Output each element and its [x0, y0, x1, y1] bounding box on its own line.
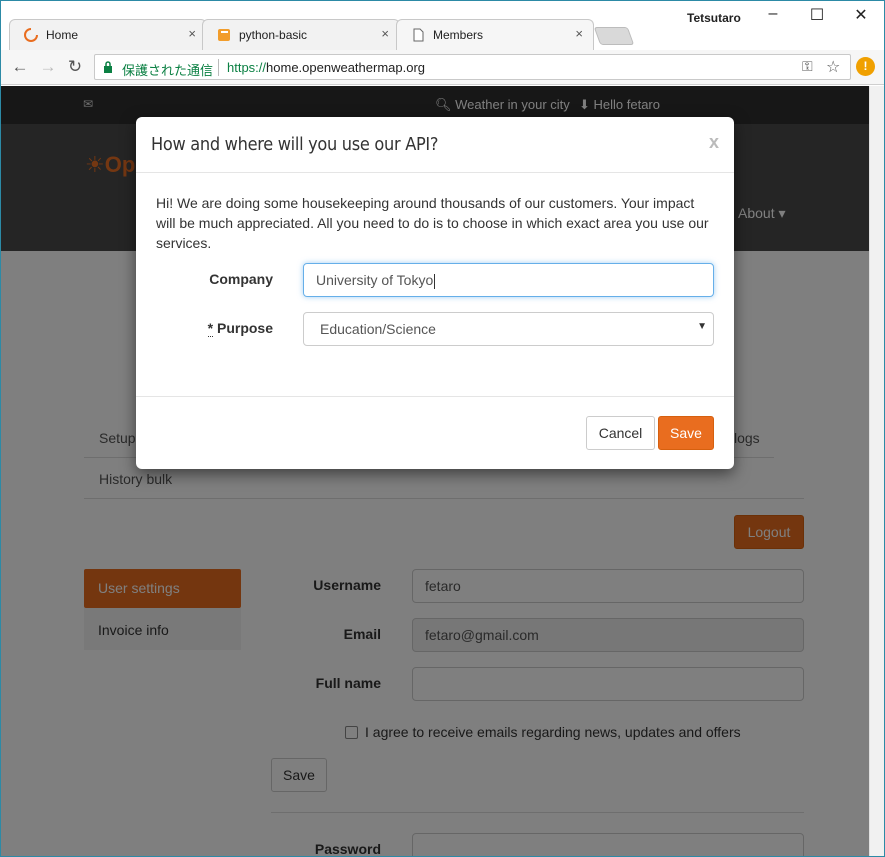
lock-icon: [104, 61, 112, 73]
profile-name[interactable]: Tetsutaro: [687, 11, 741, 25]
tab-title: python-basic: [239, 28, 308, 42]
required-marker: *: [207, 320, 214, 337]
tab-home[interactable]: Home ×: [9, 19, 207, 50]
company-label: Company: [209, 271, 273, 287]
close-tab-icon[interactable]: ×: [188, 26, 196, 41]
back-arrow-icon[interactable]: ←: [9, 56, 31, 78]
forward-arrow-icon[interactable]: →: [37, 56, 59, 78]
close-tab-icon[interactable]: ×: [575, 26, 583, 41]
browser-toolbar: ← → ↻ 保護された通信 https://home.openweatherma…: [1, 50, 884, 85]
scrollbar[interactable]: [869, 86, 884, 856]
divider: [136, 396, 734, 397]
dialog-title: How and where will you use our API?: [151, 134, 439, 155]
new-tab-button[interactable]: [593, 27, 635, 45]
notebook-icon: [218, 29, 230, 41]
company-value: University of Tokyo: [316, 272, 434, 288]
purpose-selected-value: Education/Science: [320, 321, 436, 337]
company-input[interactable]: University of Tokyo: [303, 263, 714, 297]
loading-icon: [24, 28, 38, 42]
divider: [136, 172, 734, 173]
url-host: home.openweathermap.org: [266, 60, 426, 75]
dialog-message: Hi! We are doing some housekeeping aroun…: [156, 195, 709, 251]
tab-title: Members: [433, 28, 484, 42]
url-scheme: https://: [227, 60, 267, 75]
close-window-icon[interactable]: ✕: [841, 5, 881, 27]
text-cursor: [434, 273, 436, 289]
chevron-down-icon: ▼: [697, 321, 707, 332]
maximize-icon[interactable]: ☐: [797, 5, 837, 27]
api-usage-dialog: How and where will you use our API? x Hi…: [136, 117, 734, 469]
close-tab-icon[interactable]: ×: [381, 26, 389, 41]
browser-window: Home × python-basic × Members × Tetsutar…: [0, 0, 885, 857]
save-button[interactable]: Save: [658, 416, 714, 450]
secure-label: 保護された通信: [122, 63, 214, 78]
title-bar: Home × python-basic × Members × Tetsutar…: [1, 1, 884, 50]
tab-members[interactable]: Members ×: [396, 19, 594, 50]
url-text[interactable]: https://home.openweathermap.org: [227, 60, 425, 75]
purpose-select[interactable]: Education/Science ▼: [303, 312, 714, 346]
cancel-button[interactable]: Cancel: [586, 416, 655, 450]
close-icon[interactable]: x: [709, 132, 719, 153]
star-icon[interactable]: ☆: [826, 57, 840, 77]
divider: [218, 59, 219, 76]
purpose-label: * Purpose: [176, 320, 273, 337]
purpose-label-text: Purpose: [216, 320, 273, 336]
reload-icon[interactable]: ↻: [64, 56, 86, 78]
page-icon: [413, 28, 424, 42]
tab-python-basic[interactable]: python-basic ×: [202, 19, 400, 50]
minimize-icon[interactable]: –: [753, 5, 793, 27]
warning-icon[interactable]: !: [856, 57, 875, 76]
address-bar[interactable]: 保護された通信 https://home.openweathermap.org …: [94, 54, 851, 80]
key-icon[interactable]: ⚿: [802, 58, 813, 75]
tab-title: Home: [46, 28, 79, 42]
